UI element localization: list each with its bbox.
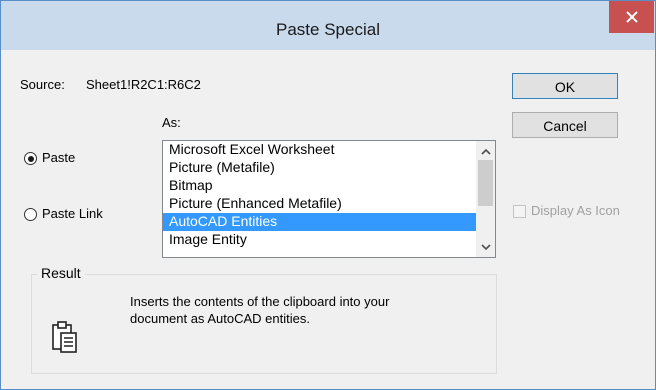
close-button[interactable] — [609, 1, 654, 33]
source-value: Sheet1!R2C1:R6C2 — [86, 77, 201, 92]
cancel-button[interactable]: Cancel — [512, 112, 618, 138]
source-label: Source: — [20, 77, 65, 92]
close-icon — [625, 11, 638, 23]
scroll-up-icon[interactable] — [476, 143, 495, 160]
list-item[interactable]: Image Entity — [163, 231, 476, 249]
list-item[interactable]: Picture (Enhanced Metafile) — [163, 195, 476, 213]
result-label: Result — [37, 265, 85, 281]
list-item[interactable]: Microsoft Excel Worksheet — [163, 141, 476, 159]
title-bar[interactable]: Paste Special — [1, 1, 655, 50]
list-item[interactable]: Bitmap — [163, 177, 476, 195]
paste-radio[interactable] — [24, 152, 37, 165]
display-as-icon-label[interactable]: Display As Icon — [531, 203, 620, 218]
paste-special-dialog: Paste Special Source: Sheet1!R2C1:R6C2 A… — [0, 0, 656, 390]
list-scrollbar[interactable] — [476, 141, 495, 257]
ok-button[interactable]: OK — [512, 73, 618, 99]
as-label: As: — [162, 115, 181, 130]
dialog-title: Paste Special — [276, 20, 380, 39]
list-item[interactable]: Picture (Metafile) — [163, 159, 476, 177]
clipboard-icon — [51, 320, 79, 357]
as-listbox[interactable]: Microsoft Excel Worksheet Picture (Metaf… — [162, 140, 496, 258]
paste-link-radio[interactable] — [24, 208, 37, 221]
display-as-icon-checkbox[interactable] — [513, 205, 526, 218]
scroll-thumb[interactable] — [478, 160, 493, 206]
scroll-down-icon[interactable] — [476, 238, 495, 255]
as-list-items: Microsoft Excel Worksheet Picture (Metaf… — [163, 141, 476, 249]
paste-radio-label[interactable]: Paste — [42, 150, 75, 165]
result-description-line2: document as AutoCAD entities. — [130, 311, 310, 326]
result-description-line1: Inserts the contents of the clipboard in… — [130, 294, 390, 309]
paste-link-radio-label[interactable]: Paste Link — [42, 206, 103, 221]
list-item-selected[interactable]: AutoCAD Entities — [163, 213, 476, 231]
dialog-body: Source: Sheet1!R2C1:R6C2 As: Paste Paste… — [7, 50, 649, 383]
